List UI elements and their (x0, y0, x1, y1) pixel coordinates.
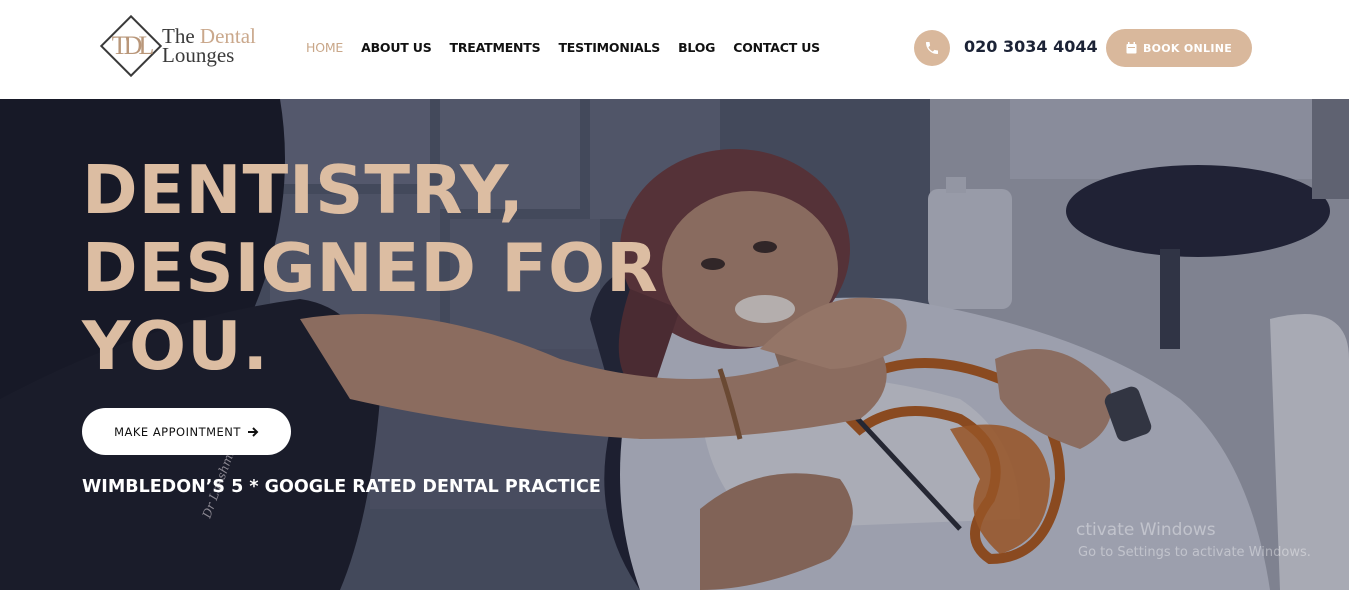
arrow-right-icon (247, 426, 259, 437)
hero-tagline: WIMBLEDON’S 5 * GOOGLE RATED DENTAL PRAC… (82, 477, 601, 497)
nav-home[interactable]: HOME (306, 40, 343, 55)
nav-blog[interactable]: BLOG (678, 40, 715, 55)
make-appointment-label: MAKE APPOINTMENT (114, 424, 241, 439)
nav-testimonials[interactable]: TESTIMONIALS (558, 40, 660, 55)
phone-button[interactable] (914, 30, 950, 66)
hero-headline: DENTISTRY, DESIGNED FOR YOU. (82, 151, 659, 385)
phone-icon (926, 42, 938, 54)
headline-line-2: DESIGNED FOR (82, 229, 659, 307)
make-appointment-button[interactable]: MAKE APPOINTMENT (82, 408, 291, 455)
nav-about-us[interactable]: ABOUT US (361, 40, 432, 55)
logo-word-lounges: Lounges (162, 43, 235, 67)
book-online-button[interactable]: BOOK ONLINE (1106, 29, 1252, 67)
phone-number[interactable]: 020 3034 4044 (964, 37, 1098, 56)
main-nav: HOME ABOUT US TREATMENTS TESTIMONIALS BL… (306, 40, 820, 55)
nav-treatments[interactable]: TREATMENTS (450, 40, 541, 55)
book-online-label: BOOK ONLINE (1142, 41, 1233, 55)
logo-monogram: TDL (111, 31, 155, 60)
headline-line-3: YOU. (82, 307, 269, 385)
activate-windows-subtitle: Go to Settings to activate Windows. (1078, 545, 1311, 560)
hero-section: Dr Lakshmi DENTISTRY, DESIGNED FOR YOU. … (0, 99, 1349, 590)
nav-contact-us[interactable]: CONTACT US (733, 40, 820, 55)
headline-line-1: DENTISTRY, (82, 151, 525, 229)
calendar-icon (1126, 42, 1137, 54)
logo[interactable]: TDL The Dental Lounges (99, 14, 283, 78)
logo-wordmark: The Dental Lounges (162, 26, 256, 67)
site-header: TDL The Dental Lounges HOME ABOUT US TRE… (0, 0, 1349, 99)
activate-windows-title: ctivate Windows (1076, 520, 1216, 540)
